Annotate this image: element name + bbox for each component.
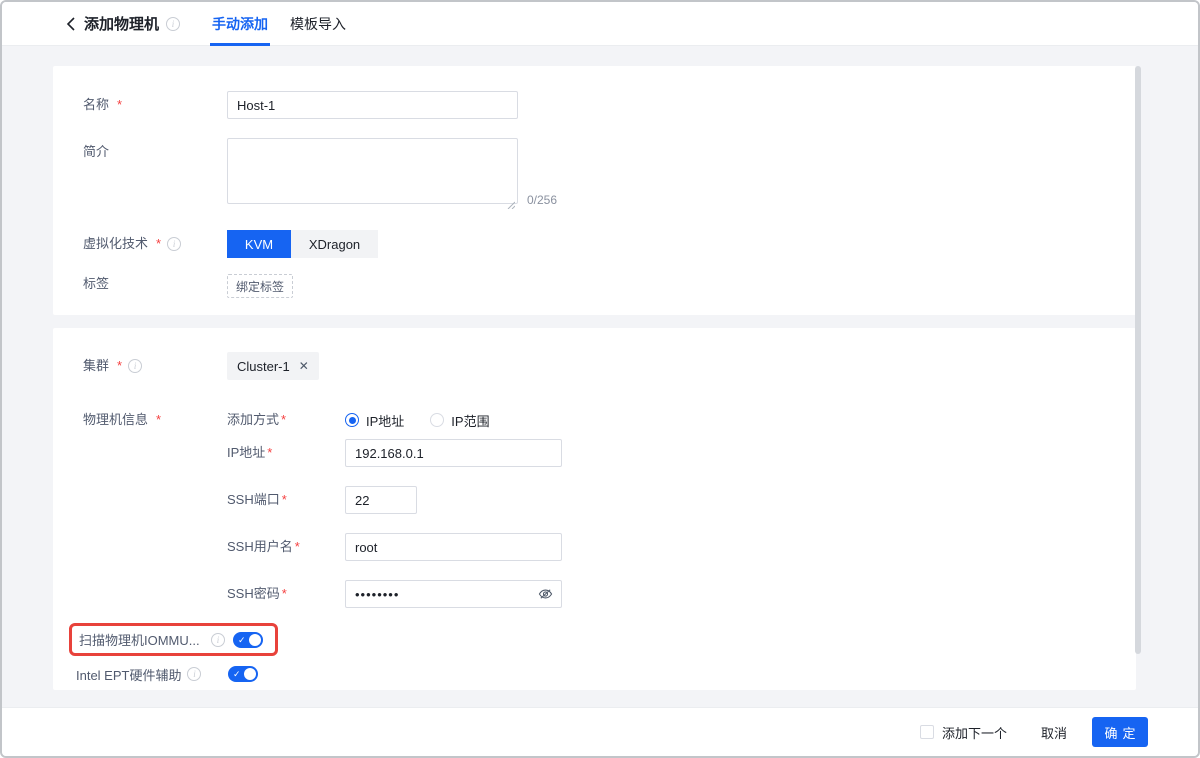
header: 添加物理机 i 手动添加 模板导入 [2, 2, 1198, 46]
ssh-password-input[interactable] [345, 580, 562, 608]
add-next-checkbox[interactable] [920, 725, 934, 739]
iommu-toggle[interactable]: ✓ [233, 632, 263, 648]
cluster-row: 集群* i Cluster-1 ✕ [83, 352, 1136, 380]
cluster-info-icon[interactable]: i [128, 359, 142, 373]
ip-address-label: IP地址* [227, 439, 345, 467]
description-row: 简介 0/256 [83, 138, 1136, 209]
toggle-check-icon: ✓ [233, 667, 241, 681]
virtualization-row: 虚拟化技术* i KVM XDragon [83, 230, 1136, 258]
ssh-password-label: SSH密码* [227, 580, 345, 608]
radio-circle [430, 413, 444, 427]
confirm-button[interactable]: 确定 [1092, 717, 1148, 747]
bind-tag-button[interactable]: 绑定标签 [227, 274, 293, 298]
cluster-tag: Cluster-1 ✕ [227, 352, 319, 380]
radio-ip-range[interactable]: IP范围 [430, 411, 489, 430]
host-info-row: 物理机信息* 添加方式* IP地址 [83, 406, 1136, 608]
ept-toggle[interactable]: ✓ [228, 666, 258, 682]
ssh-user-row: SSH用户名* [227, 533, 562, 561]
required-mark: * [117, 352, 122, 380]
ip-address-row: IP地址* [227, 439, 562, 467]
footer-bar: 添加下一个 取消 确定 [2, 707, 1198, 756]
ept-label-wrap: Intel EPT硬件辅助 i [76, 665, 222, 684]
resize-grip-icon[interactable] [507, 196, 515, 204]
tag-row: 标签 绑定标签 [83, 272, 1136, 298]
cluster-tag-text: Cluster-1 [237, 359, 290, 374]
virt-option-xdragon[interactable]: XDragon [291, 230, 378, 258]
required-mark: * [267, 439, 272, 467]
required-mark: * [117, 91, 122, 119]
toggle-check-icon: ✓ [238, 633, 246, 647]
description-textarea[interactable] [227, 138, 518, 204]
ip-address-input[interactable] [345, 439, 562, 467]
tab-bar: 手动添加 模板导入 [210, 2, 366, 46]
page-title: 添加物理机 [84, 13, 159, 34]
iommu-highlight-box: 扫描物理机IOMMU... i ✓ [69, 623, 278, 656]
host-info-fields: 添加方式* IP地址 IP范围 [227, 406, 562, 608]
required-mark: * [156, 230, 161, 258]
ssh-port-label: SSH端口* [227, 486, 345, 514]
tab-manual-add[interactable]: 手动添加 [210, 2, 270, 46]
add-physical-machine-dialog: 添加物理机 i 手动添加 模板导入 名称* 简介 [0, 0, 1200, 758]
ssh-port-row: SSH端口* [227, 486, 562, 514]
name-input[interactable] [227, 91, 518, 119]
tag-label: 标签 [83, 272, 227, 296]
ssh-user-label: SSH用户名* [227, 533, 345, 561]
add-next-label: 添加下一个 [942, 723, 1007, 742]
cancel-button[interactable]: 取消 [1041, 723, 1067, 742]
toggle-knob [249, 634, 261, 646]
name-row: 名称* [83, 91, 1136, 119]
add-mode-label: 添加方式* [227, 406, 345, 434]
add-mode-row: 添加方式* IP地址 IP范围 [227, 406, 562, 434]
tab-template-import[interactable]: 模板导入 [288, 2, 348, 46]
required-mark: * [295, 533, 300, 561]
ssh-port-input[interactable] [345, 486, 417, 514]
form-scroll-area: 名称* 简介 0/256 虚拟化技术* i [2, 47, 1198, 707]
ept-label: Intel EPT硬件辅助 [76, 665, 181, 684]
description-label: 简介 [83, 138, 227, 166]
host-info-label: 物理机信息* [83, 406, 227, 434]
add-mode-radio-group: IP地址 IP范围 [345, 406, 516, 434]
host-info-card: 集群* i Cluster-1 ✕ 物理机信息* 添加方式* [53, 328, 1136, 690]
virtualization-info-icon[interactable]: i [167, 237, 181, 251]
required-mark: * [282, 580, 287, 608]
description-textarea-wrap [227, 138, 518, 209]
name-label: 名称* [83, 91, 227, 119]
toggle-knob [244, 668, 256, 680]
vertical-scrollbar-thumb[interactable] [1135, 66, 1141, 654]
virtualization-label: 虚拟化技术* i [83, 230, 227, 258]
title-info-icon[interactable]: i [166, 17, 180, 31]
required-mark: * [156, 406, 161, 434]
iommu-info-icon[interactable]: i [211, 633, 225, 647]
ept-row: Intel EPT硬件辅助 i ✓ [76, 664, 1136, 684]
required-mark: * [281, 406, 286, 434]
basic-info-card: 名称* 简介 0/256 虚拟化技术* i [53, 66, 1136, 315]
back-icon[interactable] [62, 15, 80, 33]
iommu-label-wrap: 扫描物理机IOMMU... i [79, 630, 225, 649]
radio-circle [345, 413, 359, 427]
iommu-label: 扫描物理机IOMMU... [79, 630, 200, 649]
virtualization-segmented: KVM XDragon [227, 230, 378, 258]
required-mark: * [282, 486, 287, 514]
ept-info-icon[interactable]: i [187, 667, 201, 681]
cluster-label: 集群* i [83, 352, 227, 380]
radio-ip-address[interactable]: IP地址 [345, 411, 404, 430]
password-visibility-icon[interactable] [538, 587, 553, 606]
ssh-user-input[interactable] [345, 533, 562, 561]
virt-option-kvm[interactable]: KVM [227, 230, 291, 258]
ssh-password-row: SSH密码* [227, 580, 562, 608]
char-counter: 0/256 [527, 193, 557, 209]
ssh-password-wrap [345, 580, 562, 608]
cluster-tag-close-icon[interactable]: ✕ [299, 360, 309, 372]
